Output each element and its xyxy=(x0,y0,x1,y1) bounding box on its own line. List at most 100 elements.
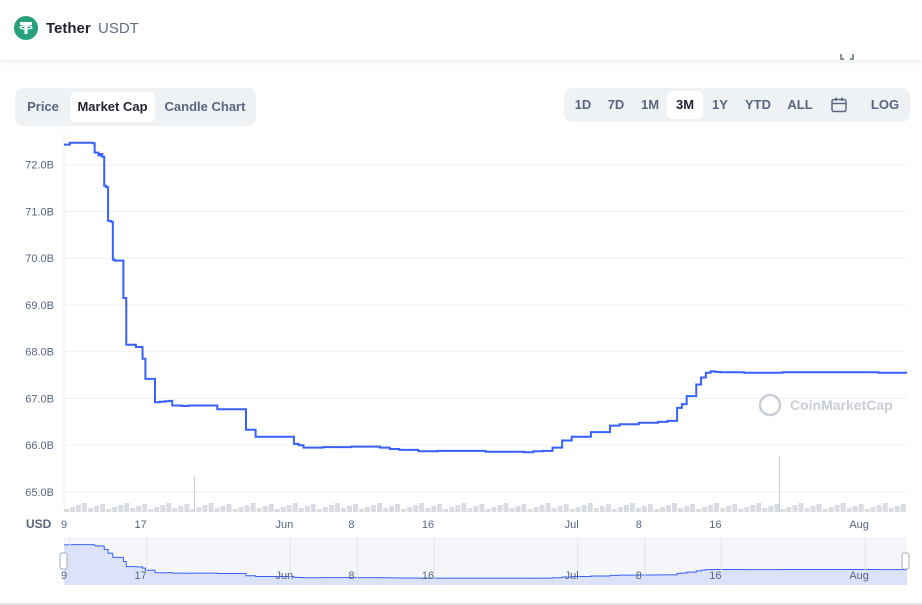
volume-bar xyxy=(238,507,244,512)
range-all[interactable]: ALL xyxy=(782,91,818,119)
volume-bar xyxy=(76,505,82,512)
volume-bar xyxy=(623,505,629,512)
y-tick-label: 72.0B xyxy=(25,160,54,172)
volume-bar xyxy=(750,505,756,512)
range-1d[interactable]: 1D xyxy=(568,91,598,119)
fullscreen-icon[interactable] xyxy=(840,54,854,62)
volume-bar xyxy=(756,503,762,512)
volume-bar xyxy=(473,506,479,512)
volume-bar xyxy=(479,504,485,512)
volume-bar xyxy=(166,503,172,512)
range-1m[interactable]: 1M xyxy=(635,91,665,119)
volume-bar xyxy=(226,504,232,512)
volume-bar xyxy=(503,503,509,512)
volume-bar xyxy=(822,509,828,512)
volume-bar xyxy=(407,507,413,512)
navigator-left-handle[interactable] xyxy=(59,552,68,570)
volume-bar xyxy=(666,505,671,512)
log-scale-toggle[interactable]: LOG xyxy=(866,91,904,119)
volume-bar xyxy=(256,508,262,512)
tab-price[interactable]: Price xyxy=(19,92,67,122)
coin-symbol: USDT xyxy=(98,20,139,37)
volume-bar xyxy=(635,508,641,512)
volume-bar xyxy=(485,509,491,512)
volume-bar xyxy=(304,506,310,512)
y-tick-label: 69.0B xyxy=(25,300,54,312)
volume-bar xyxy=(779,456,780,512)
volume-bar xyxy=(611,509,617,512)
coin-name: Tether xyxy=(46,20,91,37)
chart-type-tabs: Price Market Cap Candle Chart xyxy=(15,88,256,126)
volume-bar xyxy=(298,508,304,512)
y-tick-label: 65.0B xyxy=(25,487,54,499)
navigator-tick-label: 16 xyxy=(422,570,434,582)
tab-market-cap[interactable]: Market Cap xyxy=(70,92,155,122)
volume-bar xyxy=(563,504,569,512)
range-3m[interactable]: 3M xyxy=(667,91,703,119)
volume-bar xyxy=(280,507,286,512)
volume-bar xyxy=(828,507,834,512)
volume-bar xyxy=(786,507,792,512)
volume-bar xyxy=(810,506,816,512)
y-tick-label: 70.0B xyxy=(25,253,54,265)
x-tick-label: 8 xyxy=(636,519,642,531)
volume-bar xyxy=(106,509,112,512)
volume-bar xyxy=(214,508,220,512)
volume-bar xyxy=(389,506,395,512)
time-range-selector: 1D 7D 1M 3M 1Y YTD ALL LOG xyxy=(564,88,910,122)
x-tick-label: 17 xyxy=(135,519,147,531)
volume-bar xyxy=(539,505,545,512)
volume-bar xyxy=(804,508,810,512)
navigator-tick-label: Aug xyxy=(849,570,869,582)
volume-bar xyxy=(250,503,256,512)
volume-bar xyxy=(858,504,864,512)
currency-label: USD xyxy=(26,517,52,531)
volume-bar xyxy=(130,508,136,512)
volume-bar xyxy=(148,509,154,512)
range-navigator[interactable]: 9 17 Jun 8 16 Jul 8 16 Aug xyxy=(59,537,910,585)
navigator-tick-label: 9 xyxy=(61,570,67,582)
x-axis: 9 17 Jun 8 16 Jul 8 16 Aug xyxy=(61,519,869,531)
volume-bar xyxy=(194,476,195,512)
volume-bar xyxy=(840,503,846,512)
market-cap-chart[interactable]: 65.0B 66.0B 67.0B 68.0B 69.0B 70.0B 71.0B 72.0B… xyxy=(0,130,922,602)
volume-bar xyxy=(202,505,208,512)
volume-bar xyxy=(340,508,346,512)
tab-candle-chart[interactable]: Candle Chart xyxy=(158,92,252,122)
volume-bar xyxy=(852,506,858,512)
volume-bar xyxy=(124,503,130,512)
volume-bar xyxy=(876,505,882,512)
x-tick-label: Jul xyxy=(565,519,579,531)
calendar-icon[interactable] xyxy=(830,96,848,114)
x-tick-label: 9 xyxy=(61,519,67,531)
volume-bar xyxy=(136,506,142,512)
volume-bar xyxy=(581,505,587,512)
volume-bar xyxy=(352,504,358,512)
volume-bar xyxy=(659,507,665,512)
volume-bar xyxy=(509,508,515,512)
volume-bar xyxy=(527,509,533,512)
volume-bar xyxy=(274,509,280,512)
navigator-right-handle[interactable] xyxy=(901,552,910,570)
volume-bar xyxy=(112,507,118,512)
volume-bar xyxy=(100,504,106,512)
volume-bars xyxy=(64,456,906,512)
volume-bar xyxy=(371,505,377,512)
navigator-tick-label: 17 xyxy=(135,570,147,582)
volume-bar xyxy=(762,508,768,512)
volume-bar xyxy=(383,508,389,512)
volume-bar xyxy=(419,503,425,512)
volume-bar xyxy=(551,508,557,512)
x-tick-label: 8 xyxy=(348,519,354,531)
range-ytd[interactable]: YTD xyxy=(738,91,778,119)
volume-bar xyxy=(708,505,714,512)
volume-bar xyxy=(268,504,274,512)
volume-bar xyxy=(726,506,732,512)
range-7d[interactable]: 7D xyxy=(601,91,631,119)
range-1y[interactable]: 1Y xyxy=(705,91,735,119)
volume-bar xyxy=(232,509,238,512)
volume-bar xyxy=(798,503,804,512)
volume-bar xyxy=(70,507,76,512)
volume-bar xyxy=(720,508,726,512)
volume-bar xyxy=(768,506,774,512)
